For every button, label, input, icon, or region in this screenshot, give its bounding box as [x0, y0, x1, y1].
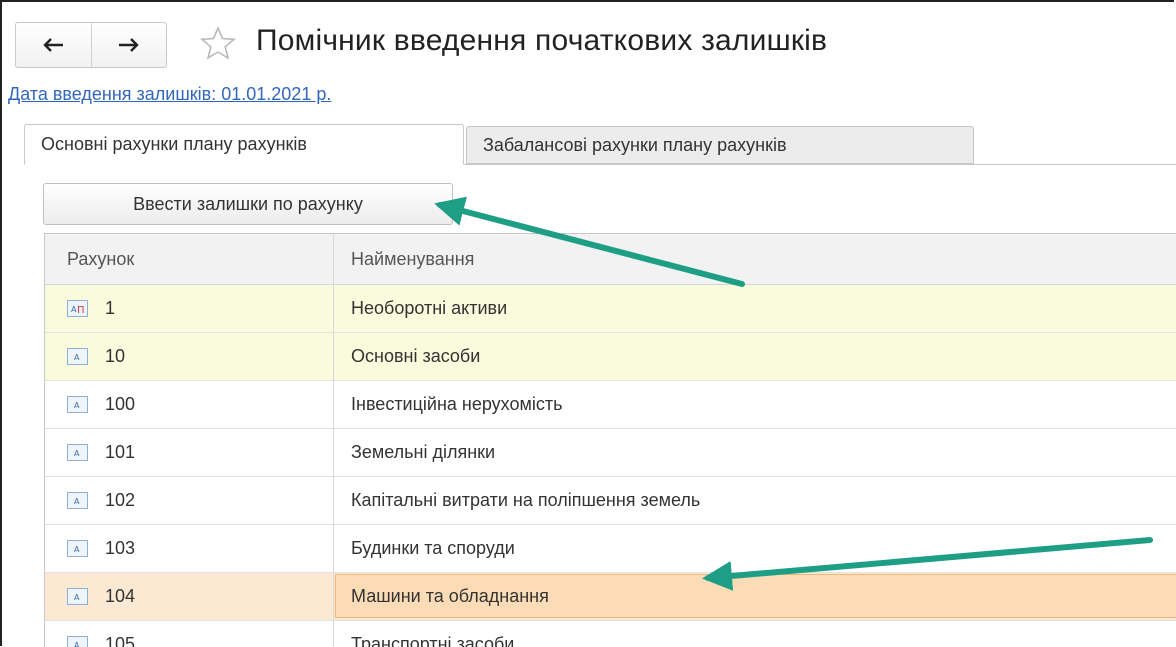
svg-text:П: П — [77, 305, 85, 316]
table-header: Рахунок Найменування — [45, 234, 1176, 285]
enter-balances-button[interactable]: Ввести залишки по рахунку — [43, 183, 453, 225]
favorite-button[interactable] — [200, 26, 236, 65]
column-header-account[interactable]: Рахунок — [67, 234, 134, 284]
table-row[interactable]: A 103 Будинки та споруди — [45, 525, 1176, 573]
account-name: Необоротні активи — [351, 285, 507, 332]
table-row[interactable]: A 100 Інвестиційна нерухомість — [45, 381, 1176, 429]
account-icon: A — [67, 396, 89, 414]
account-code-cell: AП 1 — [67, 285, 115, 332]
svg-text:A: A — [74, 449, 80, 458]
tab-main-accounts[interactable]: Основні рахунки плану рахунків — [24, 124, 464, 165]
svg-text:A: A — [74, 593, 80, 602]
account-icon: A — [67, 588, 89, 606]
account-name: Інвестиційна нерухомість — [351, 381, 563, 428]
table-row[interactable]: AП 1 Необоротні активи — [45, 285, 1176, 333]
table-row-selected[interactable]: A 104 Машини та обладнання — [45, 573, 1176, 621]
account-code: 102 — [105, 490, 135, 511]
account-code: 100 — [105, 394, 135, 415]
account-icon: A — [67, 492, 89, 510]
account-icon: A — [67, 636, 89, 647]
account-code-cell: A 101 — [67, 429, 135, 476]
tab-offbalance-accounts[interactable]: Забалансові рахунки плану рахунків — [466, 126, 974, 164]
table-row[interactable]: A 105 Транспортні засоби — [45, 621, 1176, 647]
accounts-table: Рахунок Найменування AП 1 Необоротні акт… — [44, 233, 1176, 647]
account-code-cell: A 102 — [67, 477, 135, 524]
svg-text:A: A — [74, 401, 80, 410]
account-code-cell: A 100 — [67, 381, 135, 428]
column-separator — [333, 234, 334, 647]
account-name: Транспортні засоби — [351, 621, 514, 647]
column-header-name[interactable]: Найменування — [351, 234, 474, 284]
account-code: 1 — [105, 298, 115, 319]
account-code-cell: A 105 — [67, 621, 135, 647]
account-code: 101 — [105, 442, 135, 463]
page-title: Помічник введення початкових залишків — [256, 24, 827, 58]
arrow-left-icon — [42, 37, 64, 53]
star-outline-icon — [200, 26, 236, 60]
svg-text:A: A — [74, 545, 80, 554]
back-button[interactable] — [16, 23, 91, 67]
account-icon: A — [67, 444, 89, 462]
account-group-icon: AП — [67, 300, 89, 318]
account-icon: A — [67, 348, 89, 366]
account-name: Машини та обладнання — [351, 573, 549, 620]
balance-date-link[interactable]: Дата введення залишків: 01.01.2021 р. — [8, 84, 331, 105]
account-code: 10 — [105, 346, 125, 367]
account-name: Земельні ділянки — [351, 429, 495, 476]
account-code-cell: A 104 — [67, 573, 135, 620]
account-code-cell: A 10 — [67, 333, 125, 380]
account-code: 104 — [105, 586, 135, 607]
arrow-right-icon — [118, 37, 140, 53]
forward-button[interactable] — [91, 23, 167, 67]
svg-text:A: A — [74, 641, 80, 647]
table-row[interactable]: A 102 Капітальні витрати на поліпшення з… — [45, 477, 1176, 525]
account-name: Капітальні витрати на поліпшення земель — [351, 477, 700, 524]
account-name: Основні засоби — [351, 333, 480, 380]
account-code: 103 — [105, 538, 135, 559]
account-name: Будинки та споруди — [351, 525, 515, 572]
svg-text:A: A — [74, 497, 80, 506]
table-row[interactable]: A 101 Земельні ділянки — [45, 429, 1176, 477]
table-row[interactable]: A 10 Основні засоби — [45, 333, 1176, 381]
navigation-buttons — [15, 22, 167, 68]
svg-text:A: A — [74, 353, 80, 362]
account-code: 105 — [105, 634, 135, 647]
account-icon: A — [67, 540, 89, 558]
account-code-cell: A 103 — [67, 525, 135, 572]
